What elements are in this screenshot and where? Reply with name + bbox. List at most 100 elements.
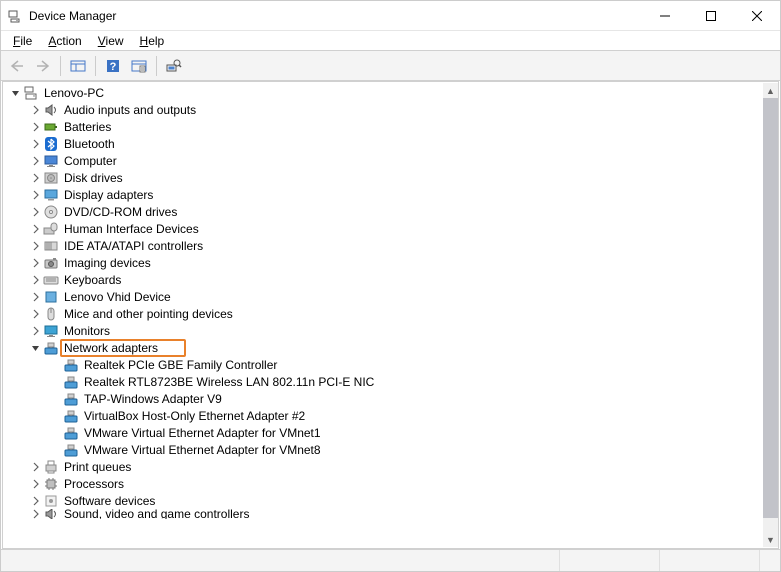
tree-item[interactable]: DVD/CD-ROM drives: [3, 203, 778, 220]
expand-icon[interactable]: [29, 307, 43, 321]
expand-icon[interactable]: [29, 460, 43, 474]
tree-item[interactable]: Print queues: [3, 458, 778, 475]
tree-item-label: DVD/CD-ROM drives: [62, 205, 179, 219]
expand-icon[interactable]: [29, 188, 43, 202]
app-icon: [7, 8, 23, 24]
keyboard-icon: [43, 272, 59, 288]
tree-item[interactable]: Mice and other pointing devices: [3, 305, 778, 322]
expand-icon[interactable]: [29, 103, 43, 117]
menu-help[interactable]: Help: [132, 32, 173, 50]
tree-item[interactable]: Software devices: [3, 492, 778, 509]
tree-item[interactable]: Lenovo Vhid Device: [3, 288, 778, 305]
scroll-up-button[interactable]: ▲: [763, 83, 778, 98]
expand-icon[interactable]: [29, 324, 43, 338]
device-manager-window: Device Manager File Action View Help: [0, 0, 781, 572]
tree-item-label: Monitors: [62, 324, 112, 338]
vhid-icon: [43, 289, 59, 305]
tree-item-label: Processors: [62, 477, 126, 491]
tree-item-label: VirtualBox Host-Only Ethernet Adapter #2: [82, 409, 307, 423]
menu-action[interactable]: Action: [40, 32, 89, 50]
show-hide-console-button[interactable]: [66, 54, 90, 78]
expand-icon[interactable]: [29, 137, 43, 151]
expand-icon[interactable]: [29, 494, 43, 508]
back-button: [5, 54, 29, 78]
tree-item[interactable]: Keyboards: [3, 271, 778, 288]
tree-item[interactable]: Disk drives: [3, 169, 778, 186]
menu-file[interactable]: File: [5, 32, 40, 50]
tree-item-label: Lenovo Vhid Device: [62, 290, 173, 304]
tree-item[interactable]: Lenovo-PC: [3, 84, 778, 101]
maximize-button[interactable]: [688, 1, 734, 31]
statusbar-cell: [560, 550, 660, 571]
minimize-button[interactable]: [642, 1, 688, 31]
tree-item[interactable]: IDE ATA/ATAPI controllers: [3, 237, 778, 254]
tree-item[interactable]: VMware Virtual Ethernet Adapter for VMne…: [3, 441, 778, 458]
tree-item[interactable]: Network adapters: [3, 339, 778, 356]
properties-button[interactable]: [127, 54, 151, 78]
tree-item[interactable]: Realtek RTL8723BE Wireless LAN 802.11n P…: [3, 373, 778, 390]
expand-icon[interactable]: [29, 273, 43, 287]
tree-item[interactable]: Sound, video and game controllers: [3, 509, 778, 519]
speaker-icon: [43, 102, 59, 118]
tree-item-label: Lenovo-PC: [42, 86, 106, 100]
close-button[interactable]: [734, 1, 780, 31]
tree-item-label: VMware Virtual Ethernet Adapter for VMne…: [82, 426, 323, 440]
tree-item-label: Realtek PCIe GBE Family Controller: [82, 358, 279, 372]
network-icon: [63, 425, 79, 441]
tree-item-label: Network adapters: [60, 339, 186, 357]
device-tree[interactable]: Lenovo-PCAudio inputs and outputsBatteri…: [2, 81, 779, 549]
help-button[interactable]: ?: [101, 54, 125, 78]
tree-item-label: Display adapters: [62, 188, 155, 202]
scan-hardware-button[interactable]: [162, 54, 186, 78]
tree-item-label: TAP-Windows Adapter V9: [82, 392, 224, 406]
expand-icon[interactable]: [29, 509, 43, 519]
scroll-thumb[interactable]: [763, 98, 778, 518]
tree-item-label: Mice and other pointing devices: [62, 307, 235, 321]
tree-item[interactable]: VirtualBox Host-Only Ethernet Adapter #2: [3, 407, 778, 424]
monitor2-icon: [43, 323, 59, 339]
vertical-scrollbar[interactable]: ▲ ▼: [763, 83, 778, 547]
menu-view[interactable]: View: [90, 32, 132, 50]
tree-item-label: Human Interface Devices: [62, 222, 201, 236]
printer-icon: [23, 85, 39, 101]
tree-item[interactable]: Computer: [3, 152, 778, 169]
tree-item[interactable]: TAP-Windows Adapter V9: [3, 390, 778, 407]
cpu-icon: [43, 476, 59, 492]
expand-icon[interactable]: [29, 239, 43, 253]
tree-item[interactable]: VMware Virtual Ethernet Adapter for VMne…: [3, 424, 778, 441]
expand-icon[interactable]: [29, 256, 43, 270]
expand-icon[interactable]: [29, 205, 43, 219]
tree-item-label: Imaging devices: [62, 256, 153, 270]
network-icon: [43, 340, 59, 356]
tree-item-label: Computer: [62, 154, 119, 168]
toolbar-divider: [156, 56, 157, 76]
dvd-icon: [43, 204, 59, 220]
scroll-down-button[interactable]: ▼: [763, 532, 778, 547]
tree-item[interactable]: Processors: [3, 475, 778, 492]
expand-icon[interactable]: [29, 290, 43, 304]
tree-item-label: Software devices: [62, 494, 157, 508]
tree-item[interactable]: Bluetooth: [3, 135, 778, 152]
expand-icon[interactable]: [29, 477, 43, 491]
expand-icon[interactable]: [29, 171, 43, 185]
collapse-icon[interactable]: [29, 341, 43, 355]
printerq-icon: [43, 459, 59, 475]
network-icon: [63, 391, 79, 407]
tree-item[interactable]: Imaging devices: [3, 254, 778, 271]
tree-item-label: Keyboards: [62, 273, 123, 287]
statusbar-cell: [1, 550, 560, 571]
expand-icon[interactable]: [29, 120, 43, 134]
tree-item-label: Bluetooth: [62, 137, 117, 151]
imaging-icon: [43, 255, 59, 271]
tree-item-label: IDE ATA/ATAPI controllers: [62, 239, 205, 253]
tree-item[interactable]: Display adapters: [3, 186, 778, 203]
collapse-icon[interactable]: [9, 86, 23, 100]
ide-icon: [43, 238, 59, 254]
tree-item[interactable]: Audio inputs and outputs: [3, 101, 778, 118]
tree-item[interactable]: Human Interface Devices: [3, 220, 778, 237]
tree-item[interactable]: Realtek PCIe GBE Family Controller: [3, 356, 778, 373]
tree-item[interactable]: Monitors: [3, 322, 778, 339]
expand-icon[interactable]: [29, 154, 43, 168]
expand-icon[interactable]: [29, 222, 43, 236]
tree-item[interactable]: Batteries: [3, 118, 778, 135]
